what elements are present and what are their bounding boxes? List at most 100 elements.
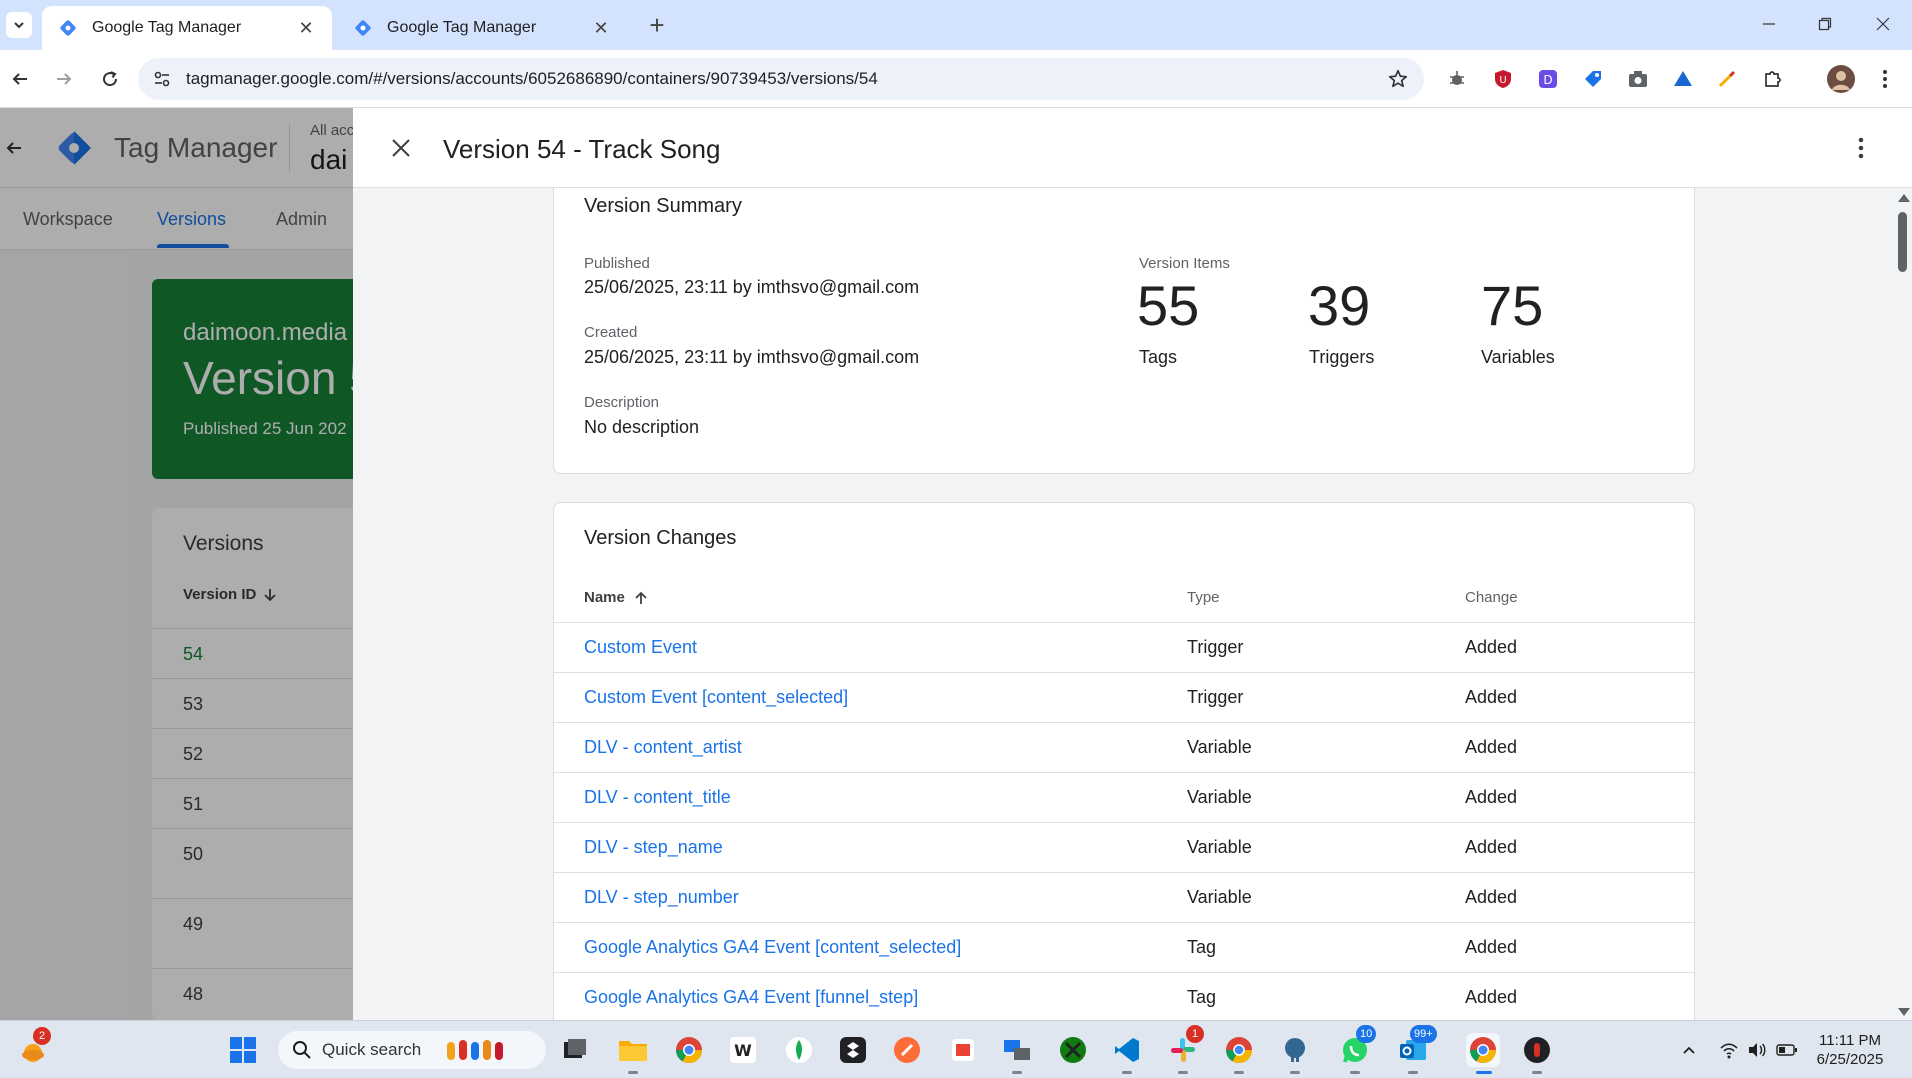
change-item-type: Tag: [1187, 937, 1217, 957]
change-column-header[interactable]: Change: [1465, 589, 1518, 606]
close-panel-button[interactable]: [383, 130, 419, 166]
chevron-down-icon: [14, 22, 24, 29]
change-item-link[interactable]: Custom Event: [584, 637, 697, 658]
tab-search-button[interactable]: [6, 12, 32, 38]
back-button[interactable]: [4, 63, 36, 95]
table-row[interactable]: Google Analytics GA4 Event [funnel_step]…: [554, 972, 1694, 1020]
arrow-right-icon: [57, 73, 72, 85]
running-indicator: [1408, 1071, 1418, 1074]
red-app-icon[interactable]: [1520, 1033, 1554, 1067]
extension-d-icon[interactable]: D: [1535, 66, 1561, 92]
dark-app-icon[interactable]: [836, 1033, 870, 1067]
presentation-app-icon[interactable]: [946, 1033, 980, 1067]
table-row[interactable]: Google Analytics GA4 Event [content_sele…: [554, 922, 1694, 972]
forward-button[interactable]: [48, 63, 80, 95]
search-icon: [293, 1041, 311, 1059]
extension-color-picker-icon[interactable]: [1714, 66, 1740, 92]
clock-date: 6/25/2025: [1816, 1051, 1884, 1068]
table-row[interactable]: DLV - content_title Variable Added: [554, 772, 1694, 822]
table-row[interactable]: DLV - step_number Variable Added: [554, 872, 1694, 922]
taskbar: 2 Quick search W 1 10 99+ 11:11 PM 6/25/…: [0, 1020, 1912, 1078]
change-item-link[interactable]: DLV - step_name: [584, 837, 723, 858]
change-item-link[interactable]: Custom Event [content_selected]: [584, 687, 848, 708]
reload-button[interactable]: [94, 63, 126, 95]
clock-time: 11:11 PM: [1819, 1032, 1881, 1049]
close-icon: [392, 139, 410, 157]
extension-drive-icon[interactable]: [1670, 66, 1696, 92]
minimize-button[interactable]: [1752, 8, 1786, 40]
running-indicator: [1012, 1071, 1022, 1074]
system-clock[interactable]: 11:11 PM 6/25/2025: [1800, 1031, 1900, 1069]
table-row[interactable]: Custom Event Trigger Added: [554, 622, 1694, 672]
description-label: Description: [584, 394, 660, 411]
browser-tab-active[interactable]: Google Tag Manager ✕: [42, 6, 332, 50]
scroll-up-icon[interactable]: [1898, 194, 1910, 202]
task-view-icon[interactable]: [558, 1033, 592, 1067]
type-column-header[interactable]: Type: [1187, 589, 1220, 606]
more-options-button[interactable]: [1843, 130, 1879, 166]
taskbar-search[interactable]: Quick search: [278, 1031, 546, 1069]
published-label: Published: [584, 255, 650, 272]
remote-desktop-icon[interactable]: [1000, 1033, 1034, 1067]
tab-title: Google Tag Manager: [92, 19, 242, 36]
change-item-link[interactable]: DLV - content_title: [584, 787, 731, 808]
mongodb-icon[interactable]: [782, 1033, 816, 1067]
scroll-down-icon[interactable]: [1898, 1008, 1910, 1016]
table-row[interactable]: DLV - content_artist Variable Added: [554, 722, 1694, 772]
change-item-link[interactable]: DLV - step_number: [584, 887, 739, 908]
battery-icon[interactable]: [1770, 1033, 1804, 1067]
restore-button[interactable]: [1808, 8, 1842, 40]
active-indicator: [1476, 1071, 1492, 1074]
tags-label: Tags: [1139, 347, 1178, 367]
change-item-link[interactable]: DLV - content_artist: [584, 737, 742, 758]
postgres-icon[interactable]: [1278, 1033, 1312, 1067]
close-window-button[interactable]: [1866, 8, 1900, 40]
windows-logo-icon: [230, 1037, 256, 1063]
change-item-link[interactable]: Google Analytics GA4 Event [content_sele…: [584, 937, 961, 958]
version-summary-card: Version Summary Published 25/06/2025, 23…: [553, 188, 1695, 474]
scrollbar-thumb[interactable]: [1898, 212, 1907, 272]
extensions-puzzle-icon[interactable]: [1760, 66, 1786, 92]
change-item-status: Added: [1465, 737, 1518, 757]
more-vert-icon: [1858, 137, 1864, 159]
bookmark-star-icon[interactable]: [1380, 61, 1416, 97]
show-hidden-icons[interactable]: [1672, 1033, 1706, 1067]
address-bar[interactable]: tagmanager.google.com/#/versions/account…: [138, 58, 1424, 100]
extension-camera-icon[interactable]: [1625, 66, 1651, 92]
browser-menu-icon[interactable]: [1872, 66, 1898, 92]
site-info-icon[interactable]: [144, 61, 180, 97]
postman-icon[interactable]: [890, 1033, 924, 1067]
file-explorer-icon[interactable]: [616, 1033, 650, 1067]
extension-ublock-icon[interactable]: U: [1490, 66, 1516, 92]
url-text: tagmanager.google.com/#/versions/account…: [186, 69, 878, 88]
close-tab-icon[interactable]: ✕: [296, 18, 316, 38]
extension-tag-icon[interactable]: [1580, 66, 1606, 92]
change-item-link[interactable]: Google Analytics GA4 Event [funnel_step]: [584, 987, 918, 1008]
slack-badge: 1: [1186, 1025, 1204, 1043]
chrome-icon[interactable]: [672, 1033, 706, 1067]
close-tab-icon[interactable]: ✕: [591, 18, 611, 38]
browser-toolbar: tagmanager.google.com/#/versions/account…: [0, 50, 1912, 108]
chrome-profile-icon[interactable]: [1222, 1033, 1256, 1067]
volume-icon[interactable]: [1740, 1033, 1774, 1067]
extension-bug-icon[interactable]: [1444, 66, 1470, 92]
tags-count: 55: [1137, 274, 1200, 337]
name-column-header[interactable]: Name: [584, 589, 649, 606]
gtm-favicon-icon: [355, 20, 371, 36]
panel-scrollbar[interactable]: [1893, 188, 1912, 1020]
change-item-status: Added: [1465, 787, 1518, 807]
vscode-icon[interactable]: [1110, 1033, 1144, 1067]
chrome-active-icon[interactable]: [1466, 1033, 1500, 1067]
table-row[interactable]: Custom Event [content_selected] Trigger …: [554, 672, 1694, 722]
change-item-status: Added: [1465, 987, 1518, 1007]
browser-tab[interactable]: Google Tag Manager ✕: [337, 6, 627, 50]
summary-title: Version Summary: [584, 195, 742, 217]
new-tab-button[interactable]: +: [643, 10, 671, 40]
start-button[interactable]: [226, 1033, 260, 1067]
notion-like-app-icon[interactable]: W: [726, 1033, 760, 1067]
table-row[interactable]: DLV - step_name Variable Added: [554, 822, 1694, 872]
profile-avatar[interactable]: [1826, 64, 1856, 94]
xbox-icon[interactable]: [1056, 1033, 1090, 1067]
browser-tab-strip: Google Tag Manager ✕ Google Tag Manager …: [0, 0, 1912, 50]
arrow-up-icon: [635, 591, 647, 604]
